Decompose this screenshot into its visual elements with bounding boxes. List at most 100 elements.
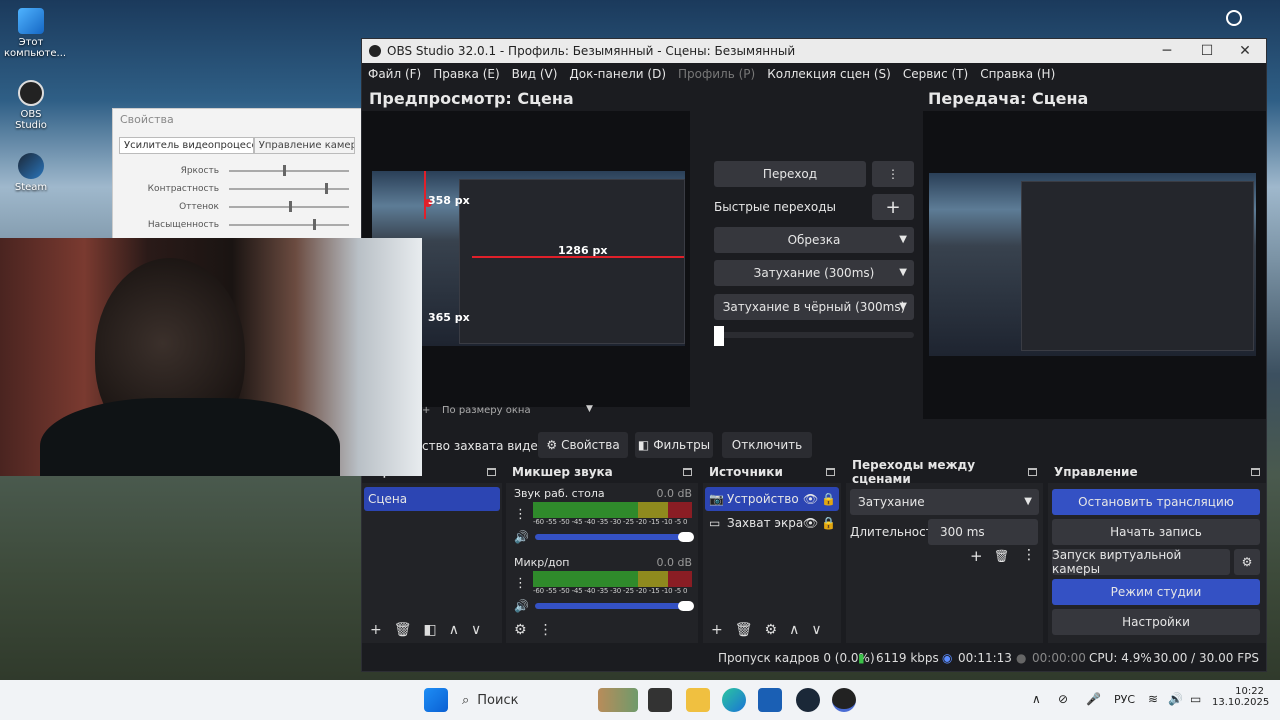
move-up-icon[interactable]: ∧ — [449, 622, 459, 638]
popout-icon[interactable] — [683, 468, 692, 476]
scene-filter-icon[interactable]: ◧ — [424, 622, 437, 638]
desktop-icon-steam[interactable]: Steam — [4, 153, 58, 193]
settings-button[interactable]: Настройки — [1052, 609, 1260, 635]
virtual-camera-button[interactable]: Запуск виртуальной камеры — [1052, 548, 1230, 576]
network-off-icon[interactable]: ⊘ — [1058, 692, 1068, 706]
duration-spinbox[interactable]: 300 ms — [928, 519, 1038, 545]
mixer-settings-icon[interactable]: ⚙ — [514, 622, 527, 638]
store-icon[interactable] — [758, 688, 782, 712]
virtual-camera-settings-icon[interactable]: ⚙ — [1234, 549, 1260, 575]
eye-icon[interactable]: 👁 — [803, 492, 821, 506]
zoom-select[interactable]: По размеру окна — [442, 405, 531, 416]
quick-transition-cut[interactable]: Обрезка ▼ — [714, 227, 914, 253]
desktop-icon-obs[interactable]: OBS Studio — [4, 80, 58, 131]
steam-taskbar-icon[interactable] — [796, 688, 820, 712]
edge-icon[interactable] — [722, 688, 746, 712]
file-explorer-icon[interactable] — [686, 688, 710, 712]
move-down-icon[interactable]: ∨ — [471, 622, 481, 638]
menu-scene-collection[interactable]: Коллекция сцен (S) — [761, 67, 897, 81]
network-globe-icon[interactable] — [1226, 10, 1242, 26]
source-name-label: ство захвата видео — [422, 439, 546, 453]
slider-brightness[interactable]: Яркость — [119, 162, 355, 180]
controls-dock: Управление Остановить трансляцию Начать … — [1048, 461, 1266, 643]
close-button[interactable]: ✕ — [1226, 39, 1264, 63]
minimize-button[interactable]: ─ — [1148, 39, 1186, 63]
volume-slider[interactable] — [534, 601, 694, 611]
scene-item[interactable]: Сцена — [364, 487, 500, 511]
mixer-title: Микшер звука — [512, 465, 613, 479]
lock-icon[interactable]: 🔒 — [821, 492, 836, 506]
wifi-icon[interactable]: ≋ — [1148, 692, 1158, 706]
eye-icon[interactable]: 👁 — [803, 516, 821, 530]
menu-tools[interactable]: Сервис (T) — [897, 67, 974, 81]
obs-taskbar-icon[interactable] — [832, 688, 856, 712]
desktop-icon-computer[interactable]: Этот компьюте... — [4, 8, 66, 59]
windows-start-icon[interactable] — [424, 688, 448, 712]
speaker-icon[interactable]: 🔊 — [514, 599, 529, 613]
desktop-icon-label: Steam — [14, 182, 48, 193]
tbar-slider[interactable] — [714, 332, 914, 338]
speaker-icon[interactable]: 🔊 — [514, 530, 529, 544]
record-icon: ● — [1016, 651, 1027, 665]
move-up-icon[interactable]: ∧ — [789, 622, 799, 638]
menu-docks[interactable]: Док-панели (D) — [563, 67, 672, 81]
popout-icon[interactable] — [826, 468, 835, 476]
stop-stream-button[interactable]: Остановить трансляцию — [1052, 489, 1260, 515]
battery-icon[interactable]: ▭ — [1190, 692, 1201, 706]
mixer-more-icon[interactable]: ⋮ — [539, 622, 553, 638]
widgets-icon[interactable] — [598, 688, 638, 712]
mixer-menu-icon[interactable]: ⋮ — [514, 576, 527, 591]
menu-view[interactable]: Вид (V) — [506, 67, 564, 81]
remove-source-icon[interactable]: 🗑 — [735, 622, 753, 638]
zoom-add-icon[interactable]: + — [422, 405, 430, 416]
transition-select[interactable]: Затухание ▼ — [850, 489, 1039, 515]
menu-file[interactable]: Файл (F) — [362, 67, 427, 81]
volume-slider[interactable] — [534, 532, 694, 542]
studio-mode-button[interactable]: Режим студии — [1052, 579, 1260, 605]
menu-edit[interactable]: Правка (E) — [427, 67, 505, 81]
remove-scene-icon[interactable]: 🗑 — [394, 622, 412, 638]
transition-button[interactable]: Переход — [714, 161, 866, 187]
add-source-icon[interactable]: + — [711, 622, 723, 638]
volume-icon[interactable]: 🔊 — [1168, 692, 1183, 706]
slider-contrast[interactable]: Контрастность — [119, 180, 355, 198]
source-properties-button[interactable]: ⚙ Свойства — [538, 432, 628, 458]
language-indicator[interactable]: РУС — [1114, 693, 1135, 706]
source-item[interactable]: 📷 Устройство : 👁 🔒 — [705, 487, 839, 511]
add-transition-icon[interactable]: + — [970, 547, 983, 565]
add-quick-transition-icon[interactable]: + — [872, 194, 914, 220]
popout-icon[interactable] — [1251, 468, 1260, 476]
task-view-icon[interactable] — [648, 688, 672, 712]
clock[interactable]: 10:22 13.10.2025 — [1212, 686, 1269, 708]
menu-profile[interactable]: Профиль (P) — [672, 67, 761, 81]
search-box[interactable]: ⌕ Поиск — [462, 688, 592, 712]
chevron-up-icon[interactable]: ∧ — [1032, 692, 1041, 706]
quick-transition-fade[interactable]: Затухание (300ms) ▼ — [714, 260, 914, 286]
slider-saturation[interactable]: Насыщенность — [119, 216, 355, 234]
lock-icon[interactable]: 🔒 — [821, 516, 836, 530]
add-scene-icon[interactable]: + — [370, 622, 382, 638]
start-record-button[interactable]: Начать запись — [1052, 519, 1260, 545]
source-filters-button[interactable]: ◧ Фильтры — [635, 432, 713, 458]
remove-transition-icon[interactable]: 🗑 — [994, 549, 1009, 563]
transition-more-icon[interactable]: ⋮ — [1022, 547, 1036, 563]
tab-camera-control[interactable]: Управление камерой — [253, 137, 355, 153]
source-item[interactable]: ▭ Захват экра 👁 🔒 — [705, 511, 839, 535]
slider-hue[interactable]: Оттенок — [119, 198, 355, 216]
microphone-icon[interactable]: 🎤 — [1086, 692, 1101, 706]
mixer-dock: Микшер звука Звук раб. стола 0.0 dB ⋮ -6… — [506, 461, 698, 643]
move-down-icon[interactable]: ∨ — [811, 622, 821, 638]
tab-video-proc-amp[interactable]: Усилитель видеопроцессора — [119, 137, 254, 153]
tbar-handle[interactable] — [714, 326, 724, 346]
transition-menu-icon[interactable]: ⋮ — [872, 161, 914, 187]
menu-help[interactable]: Справка (H) — [974, 67, 1061, 81]
properties-title: Свойства — [120, 113, 174, 126]
maximize-button[interactable]: ☐ — [1188, 39, 1226, 63]
record-time: 00:00:00 — [1032, 651, 1086, 665]
popout-icon[interactable] — [1028, 468, 1037, 476]
popout-icon[interactable] — [487, 468, 496, 476]
mixer-menu-icon[interactable]: ⋮ — [514, 507, 527, 522]
source-properties-icon[interactable]: ⚙ — [765, 622, 778, 638]
source-disable-button[interactable]: Отключить — [722, 432, 812, 458]
quick-transition-fade-black[interactable]: Затухание в чёрный (300ms) ▼ — [714, 294, 914, 320]
